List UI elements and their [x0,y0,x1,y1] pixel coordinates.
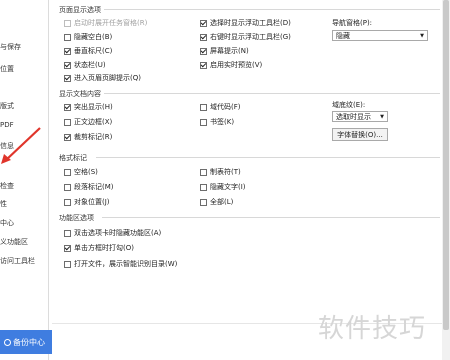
option-status-bar[interactable]: 状态栏(U) [64,60,106,70]
option-crop-marks[interactable]: 裁剪标记(R) [64,132,112,142]
option-double-click-hide-ribbon[interactable]: 双击选项卡时隐藏功能区(A) [64,228,161,238]
section-title-page-display: 页面显示选项 [59,6,101,14]
sidebar-item-security[interactable]: 性 [0,199,7,209]
checkbox[interactable] [64,168,71,176]
option-expand-task-pane[interactable]: 启动时展开任务窗格(R) [64,18,147,28]
checkbox[interactable] [64,260,71,268]
vertical-scrollbar[interactable] [442,0,450,360]
checkbox-checked[interactable] [64,244,71,252]
backup-center-label: 备份中心 [13,337,45,347]
option-all-marks[interactable]: 全部(L) [200,197,233,207]
section-title-format-marks: 格式标记 [59,154,87,162]
section-title-ribbon: 功能区选项 [59,214,94,222]
option-object-anchors[interactable]: 对象位置(J) [64,197,110,207]
option-bookmarks[interactable]: 书签(K) [200,117,234,127]
section-divider [102,217,440,218]
option-floating-toolbar-select[interactable]: 选择时显示浮动工具栏(D) [200,18,291,28]
checkbox[interactable] [64,19,71,27]
option-header-footer-hint[interactable]: 进入页眉页脚提示(Q) [64,73,141,83]
section-divider [104,93,440,94]
checkbox-checked[interactable] [200,33,207,41]
checkbox-checked[interactable] [64,61,71,69]
checkbox[interactable] [200,168,207,176]
checkbox-checked[interactable] [64,47,71,55]
checkbox[interactable] [64,33,71,41]
backup-icon [4,338,11,346]
option-highlight[interactable]: 突出显示(H) [64,102,113,112]
sidebar-item-check[interactable]: 检查 [0,181,14,191]
nav-pane-select[interactable]: 隐藏 ▼ [332,30,428,41]
option-hidden-text[interactable]: 隐藏文字(I) [200,182,246,192]
checkbox[interactable] [200,103,207,111]
option-vertical-ruler[interactable]: 垂直标尺(C) [64,46,112,56]
nav-pane-label: 导航窗格(P): [332,19,373,27]
checkbox-checked[interactable] [200,61,207,69]
sidebar-item-custom-ribbon[interactable]: 义功能区 [0,237,28,247]
option-floating-toolbar-rightclick[interactable]: 右键时显示浮动工具栏(G) [200,32,291,42]
font-substitution-button[interactable]: 字体替换(O)... [332,128,388,141]
section-title-show-content: 显示文档内容 [59,90,101,98]
watermark-text: 软件技巧 [318,314,427,344]
sidebar-item-location[interactable]: 位置 [0,64,14,74]
checkbox[interactable] [64,198,71,206]
checkbox[interactable] [200,118,207,126]
checkbox-checked[interactable] [64,103,71,111]
option-field-codes[interactable]: 域代码(F) [200,102,241,112]
chevron-down-icon: ▼ [420,32,424,39]
sidebar-item-center[interactable]: 中心 [0,218,14,228]
section-divider [96,157,440,158]
option-click-box-check[interactable]: 单击方框时打勾(O) [64,243,134,253]
field-shading-label: 域底纹(E): [332,101,366,109]
checkbox-checked[interactable] [64,133,71,141]
option-spaces[interactable]: 空格(S) [64,167,98,177]
backup-center-button[interactable]: 备份中心 [0,330,52,354]
checkbox-checked[interactable] [200,47,207,55]
checkbox[interactable] [64,118,71,126]
sidebar-item-quick-access[interactable]: 访问工具栏 [0,256,35,266]
option-text-boundaries[interactable]: 正文边框(X) [64,117,112,127]
section-divider [104,9,440,10]
checkbox[interactable] [200,198,207,206]
checkbox[interactable] [64,183,71,191]
checkbox[interactable] [64,229,71,237]
options-sidebar: 与保存 位置 版式 PDF 信息 检查 性 中心 义功能区 访问工具栏 [0,0,49,360]
checkbox-checked[interactable] [64,74,71,82]
sidebar-item-layout[interactable]: 版式 [0,101,14,111]
checkbox[interactable] [200,183,207,191]
option-hide-whitespace[interactable]: 隐藏空白(B) [64,32,112,42]
scrollbar-thumb[interactable] [443,0,449,330]
option-tab-characters[interactable]: 制表符(T) [200,167,241,177]
annotation-arrow [1,127,41,164]
field-shading-select[interactable]: 选取时显示 ▼ [332,111,388,122]
option-live-preview[interactable]: 启用实时预览(V) [200,60,262,70]
chevron-down-icon: ▼ [380,113,384,120]
option-screen-tips[interactable]: 屏幕提示(N) [200,46,249,56]
option-smart-toc[interactable]: 打开文件，展示智能识别目录(W) [64,259,177,269]
option-paragraph-marks[interactable]: 段落标记(M) [64,182,114,192]
checkbox-checked[interactable] [200,19,207,27]
options-content: 页面显示选项 启动时展开任务窗格(R) 隐藏空白(B) 垂直标尺(C) 状态栏(… [52,0,450,360]
sidebar-item-save[interactable]: 与保存 [0,42,21,52]
